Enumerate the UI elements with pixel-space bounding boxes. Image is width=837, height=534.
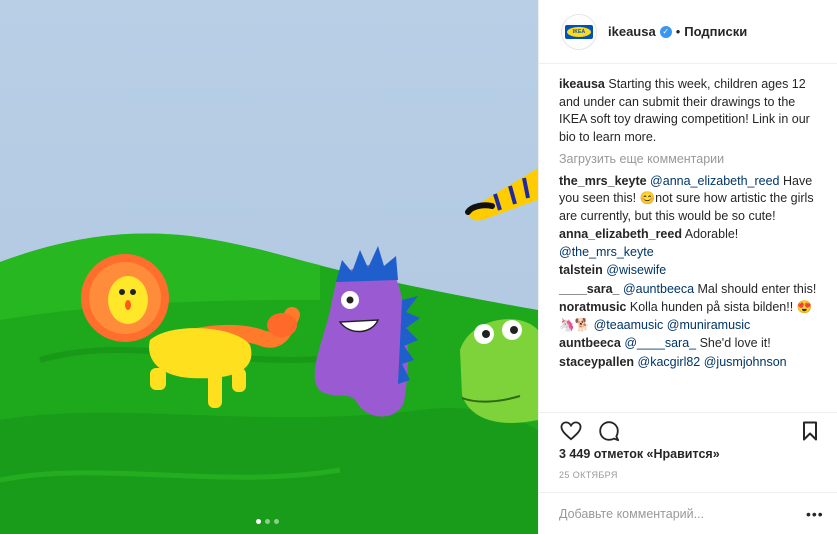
comment-text: She'd love it! xyxy=(696,336,771,350)
comment-username[interactable]: noratmusic xyxy=(559,300,626,314)
comment-mention-link[interactable]: @____sara_ xyxy=(624,336,696,350)
comment-mention-link[interactable]: @anna_elizabeth_reed xyxy=(650,174,779,188)
comment-username[interactable]: auntbeeca xyxy=(559,336,621,350)
comment-container: the_mrs_keyte @anna_elizabeth_reed Have … xyxy=(559,173,818,372)
carousel-dot-2[interactable] xyxy=(265,519,270,524)
caption-username[interactable]: ikeausa xyxy=(559,77,605,91)
comment-text: Mal should enter this! xyxy=(694,281,817,296)
comment-mention-link[interactable]: @jusmjohnson xyxy=(704,355,787,369)
bookmark-icon[interactable] xyxy=(798,419,822,443)
comment-input[interactable] xyxy=(559,506,806,521)
action-icons xyxy=(559,413,822,449)
comment-mention-link[interactable]: @kacgirl82 xyxy=(638,355,701,369)
heart-icon[interactable] xyxy=(559,419,583,443)
comments-list[interactable]: ikeausa Starting this week, children age… xyxy=(539,65,837,412)
comment-mention-link[interactable]: @the_mrs_keyte xyxy=(559,245,654,259)
comment-item: noratmusic Kolla hunden på sista bilden!… xyxy=(559,299,818,334)
post-caption: ikeausa Starting this week, children age… xyxy=(559,76,818,146)
comment-username[interactable]: talstein xyxy=(559,263,603,277)
comment-item: ____sara_ @auntbeeca Mal should enter th… xyxy=(559,281,818,299)
add-comment-bar: ••• xyxy=(539,492,837,534)
post-actions: 3 449 отметок «Нравится» 25 ОКТЯБРЯ xyxy=(539,412,837,480)
carousel-dot-1[interactable] xyxy=(256,519,261,524)
avatar[interactable]: IKEA xyxy=(561,13,597,50)
header-username[interactable]: ikeausa xyxy=(608,24,656,39)
comment-item: staceypallen @kacgirl82 @jusmjohnson xyxy=(559,354,818,372)
post-header: IKEA ikeausa ✓ • Подписки xyxy=(539,0,837,64)
comment-item: the_mrs_keyte @anna_elizabeth_reed Have … xyxy=(559,173,818,226)
header-separator: • xyxy=(675,24,681,39)
comment-item: anna_elizabeth_reed Adorable! @the_mrs_k… xyxy=(559,226,818,261)
following-button[interactable]: Подписки xyxy=(684,24,747,39)
carousel-dot-3[interactable] xyxy=(274,519,279,524)
comment-username[interactable]: the_mrs_keyte xyxy=(559,174,647,188)
carousel-dots xyxy=(256,519,279,524)
soft-toys-illustration xyxy=(0,168,538,534)
comment-mention-link[interactable]: @teaamusic xyxy=(594,318,664,332)
ikea-logo-icon: IKEA xyxy=(565,24,593,39)
comment-bubble-icon[interactable] xyxy=(597,419,621,443)
likes-count[interactable]: 3 449 отметок «Нравится» xyxy=(559,447,822,461)
instagram-post-view: IKEA ikeausa ✓ • Подписки ikeausa Starti… xyxy=(0,0,837,534)
post-photo[interactable] xyxy=(0,0,538,534)
post-date[interactable]: 25 ОКТЯБРЯ xyxy=(559,470,822,480)
comment-mention-link[interactable]: @wisewife xyxy=(606,263,666,277)
load-more-comments-link[interactable]: Загрузить еще комментарии xyxy=(559,151,818,169)
more-options-button[interactable]: ••• xyxy=(806,506,823,522)
comment-text: Adorable! xyxy=(684,227,739,241)
comment-username[interactable]: anna_elizabeth_reed xyxy=(559,227,682,241)
comment-mention-link[interactable]: @muniramusic xyxy=(667,318,751,332)
comment-item: talstein @wisewife xyxy=(559,262,818,280)
verified-badge-icon: ✓ xyxy=(659,25,672,38)
comment-username[interactable]: staceypallen xyxy=(559,355,634,369)
post-side-panel: IKEA ikeausa ✓ • Подписки ikeausa Starti… xyxy=(538,0,837,534)
comment-mention-link[interactable]: @auntbeeca xyxy=(623,282,694,296)
comment-item: auntbeeca @____sara_ She'd love it! xyxy=(559,335,818,353)
comment-username[interactable]: ____sara_ xyxy=(559,282,619,296)
